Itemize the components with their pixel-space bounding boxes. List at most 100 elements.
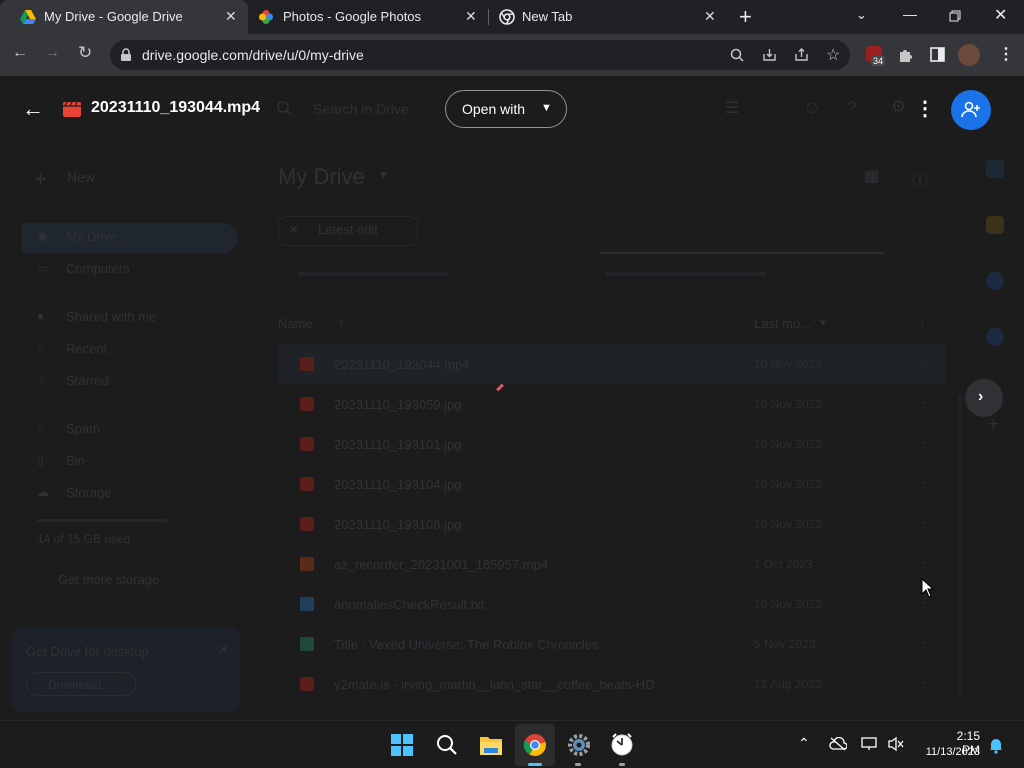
spam-icon: ○ (37, 421, 45, 435)
tab-new-tab[interactable]: New Tab ✕ (489, 0, 729, 34)
mouse-cursor-icon (921, 578, 935, 598)
extensions-puzzle-icon[interactable] (898, 47, 914, 63)
file-explorer-icon[interactable] (479, 734, 503, 756)
close-tab-icon[interactable]: ✕ (465, 8, 477, 25)
placeholder-bar (298, 272, 448, 276)
close-window-icon[interactable]: ✕ (994, 5, 1007, 25)
table-row: 20231110_193044.mp4 10 Nov 2023 ⋮ (278, 344, 946, 384)
sidebar-item-recent: Recent (66, 341, 108, 356)
tab-google-photos[interactable]: Photos - Google Photos ✕ (248, 0, 488, 34)
sidebar-item-shared: Shared with me (66, 309, 157, 324)
plus-icon: + (34, 166, 47, 191)
restore-window-icon[interactable] (949, 10, 961, 22)
file-modified-date: 10 Nov 2023 (754, 597, 823, 611)
zoom-search-icon[interactable] (730, 48, 744, 62)
new-tab-button[interactable]: + (739, 4, 752, 30)
more-options-icon[interactable]: ⋮ (915, 96, 935, 121)
back-arrow-icon[interactable]: ← (22, 96, 44, 122)
table-row: 20231110_193108.jpg 10 Nov 2023 ⋮ (278, 504, 946, 544)
column-menu-icon: ⋮ (916, 314, 929, 329)
promo-download-label: Download (48, 678, 102, 692)
add-person-icon (961, 101, 980, 118)
reload-icon[interactable]: ↻ (78, 43, 92, 63)
profile-avatar[interactable] (958, 44, 980, 66)
file-modified-date: 1 Oct 2023 (754, 557, 813, 571)
close-tab-icon[interactable]: ✕ (225, 8, 237, 25)
volume-muted-icon[interactable] (887, 736, 905, 752)
add-addon-icon: + (988, 414, 999, 434)
file-name: az_recorder_20231001_185957.mp4 (334, 557, 548, 572)
scrollbar (958, 396, 962, 696)
sidebar-item-bin: Bin (66, 453, 85, 468)
forward-arrow-icon[interactable]: → (44, 44, 60, 62)
clock-icon: ○ (37, 341, 45, 355)
row-menu-icon: ⋮ (918, 674, 932, 690)
tab-label: New Tab (522, 9, 573, 24)
clock-date[interactable]: 11/13/2023 (918, 746, 980, 758)
sidebar-item-my-drive: My Drive (66, 229, 118, 244)
table-row: Title : Vexed Universe: The Roblox Chron… (278, 624, 946, 664)
file-name: anomaliesCheckResult.txt (334, 597, 485, 612)
file-type-icon (300, 397, 314, 411)
windows-start-icon[interactable] (391, 734, 413, 756)
calendar-icon (986, 160, 1004, 178)
file-name: y2mate.is - irving_martin__latin_star__c… (334, 677, 655, 692)
desktop-promo-card (12, 628, 240, 712)
chevron-right-icon: › (978, 388, 984, 405)
close-tab-icon[interactable]: ✕ (704, 8, 716, 25)
extension-badge: 34 (871, 56, 886, 66)
install-app-icon[interactable] (762, 48, 777, 62)
cloud-icon: ☁ (37, 485, 49, 499)
row-menu-icon: ⋮ (918, 554, 932, 570)
browser-menu-icon[interactable]: ⋮ (998, 44, 1014, 64)
tab-search-chevron-icon[interactable]: ⌄ (856, 7, 867, 23)
tab-my-drive[interactable]: My Drive - Google Drive ✕ (0, 0, 248, 34)
file-name: 20231110_193101.jpg (334, 437, 462, 452)
bookmark-star-icon[interactable]: ☆ (826, 45, 840, 65)
table-row: 20231110_193101.jpg 10 Nov 2023 ⋮ (278, 424, 946, 464)
file-type-icon (300, 477, 314, 491)
row-menu-icon: ⋮ (918, 354, 932, 370)
chrome-icon (499, 9, 515, 25)
dropdown-caret-icon: ▼ (541, 102, 552, 114)
back-arrow-icon[interactable]: ← (12, 44, 28, 62)
running-app-indicator (619, 763, 625, 766)
search-icon[interactable] (436, 734, 458, 756)
onedrive-icon[interactable] (829, 737, 847, 751)
network-icon[interactable] (861, 737, 879, 751)
show-hidden-icons-chevron[interactable]: ⌃ (798, 735, 810, 752)
info-icon: ⓘ (912, 172, 929, 189)
storage-bar (37, 519, 167, 522)
chip-close-icon: ✕ (288, 222, 299, 237)
active-app-indicator (528, 763, 542, 766)
next-file-button[interactable]: › (965, 379, 1003, 417)
minimize-window-icon[interactable]: — (903, 6, 917, 22)
open-with-button[interactable]: Open with ▼ (445, 90, 567, 128)
side-panel-icon[interactable] (930, 47, 945, 62)
file-type-icon (300, 437, 314, 451)
lock-icon[interactable] (120, 48, 132, 62)
trash-icon: ▯ (37, 453, 44, 467)
row-menu-icon: ⋮ (918, 434, 932, 450)
share-button[interactable] (951, 90, 991, 130)
file-name: Title : Vexed Universe: The Roblox Chron… (334, 637, 599, 652)
sidebar-item-storage: Storage (66, 485, 112, 500)
file-modified-date: 12 Aug 2023 (754, 677, 822, 691)
windows-taskbar: ⌃ 2:15 PM 11/13/2023 (0, 720, 1024, 768)
row-menu-icon: ⋮ (918, 394, 932, 410)
star-icon: ☆ (37, 373, 48, 387)
settings-gear-icon[interactable] (567, 733, 591, 757)
promo-close-icon: ✕ (218, 642, 229, 657)
address-bar[interactable]: drive.google.com/drive/u/0/my-drive ☆ (110, 40, 850, 70)
browser-toolbar: ← → ↻ drive.google.com/drive/u/0/my-driv… (0, 34, 1024, 76)
row-menu-icon: ⋮ (918, 474, 932, 490)
title-chevron-icon: ▾ (380, 166, 388, 182)
file-type-icon (300, 677, 314, 691)
share-icon[interactable] (794, 48, 809, 62)
storage-text: 14 of 15 GB used (37, 532, 131, 546)
browser-tab-strip: My Drive - Google Drive ✕ Photos - Googl… (0, 0, 1024, 34)
chrome-taskbar-icon[interactable] (523, 733, 547, 757)
open-with-label: Open with (462, 101, 526, 117)
notification-bell-icon[interactable] (988, 736, 1004, 754)
clock-app-icon[interactable] (610, 733, 634, 757)
